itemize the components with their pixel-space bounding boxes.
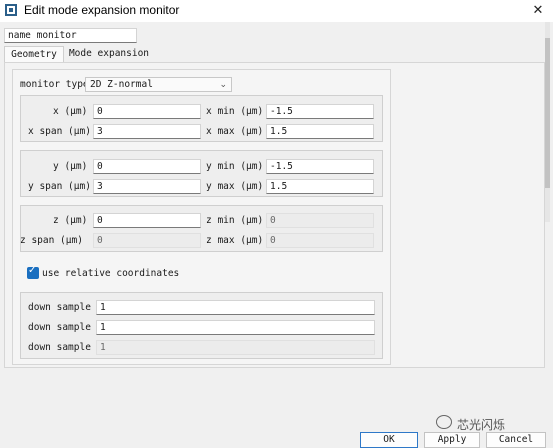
use-relative-coordinates-checkbox[interactable]: ✓ bbox=[27, 265, 39, 279]
x-center-label: x (μm) bbox=[53, 106, 88, 117]
down-sample-x-label: down sample X bbox=[28, 302, 103, 313]
x-max-input[interactable]: 1.5 bbox=[266, 124, 374, 139]
y-center-label: y (μm) bbox=[53, 161, 88, 172]
z-span-input[interactable]: 0 bbox=[93, 233, 201, 248]
scrollbar-thumb[interactable] bbox=[545, 38, 550, 188]
z-min-input[interactable]: 0 bbox=[266, 213, 374, 228]
z-span-label: z span (μm) bbox=[20, 235, 83, 246]
monitor-type-value: 2D Z-normal bbox=[90, 79, 153, 90]
z-center-label: z (μm) bbox=[53, 215, 88, 226]
x-min-input[interactable]: -1.5 bbox=[266, 104, 374, 119]
z-max-input[interactable]: 0 bbox=[266, 233, 374, 248]
window-title: Edit mode expansion monitor bbox=[24, 3, 180, 17]
close-icon[interactable]: ✕ bbox=[528, 1, 548, 21]
z-min-label: z min (μm) bbox=[206, 215, 264, 226]
down-sample-x-input[interactable]: 1 bbox=[96, 300, 375, 315]
x-center-input[interactable]: 0 bbox=[93, 104, 201, 119]
down-sample-y-label: down sample Y bbox=[28, 322, 103, 333]
chevron-down-icon: ⌄ bbox=[219, 80, 227, 90]
y-center-input[interactable]: 0 bbox=[93, 159, 201, 174]
cancel-button[interactable]: Cancel bbox=[486, 432, 546, 448]
down-sample-y-input[interactable]: 1 bbox=[96, 320, 375, 335]
y-span-input[interactable]: 3 bbox=[93, 179, 201, 194]
ok-button[interactable]: OK bbox=[360, 432, 418, 448]
apply-button[interactable]: Apply bbox=[424, 432, 480, 448]
down-sample-z-input[interactable]: 1 bbox=[96, 340, 375, 355]
x-min-label: x min (μm) bbox=[206, 106, 264, 117]
y-max-input[interactable]: 1.5 bbox=[266, 179, 374, 194]
wechat-icon bbox=[436, 415, 452, 429]
name-field[interactable]: name monitor bbox=[4, 28, 137, 43]
use-relative-coordinates-label: use relative coordinates bbox=[42, 268, 180, 279]
y-span-label: y span (μm) bbox=[28, 181, 91, 192]
down-sample-z-label: down sample Z bbox=[28, 342, 103, 353]
app-icon bbox=[5, 4, 17, 16]
watermark-text: 芯光闪烁 bbox=[457, 418, 506, 432]
monitor-type-label: monitor type bbox=[20, 79, 89, 90]
x-span-label: x span (μm) bbox=[28, 126, 91, 137]
tab-geometry[interactable]: Geometry bbox=[4, 46, 64, 62]
y-min-input[interactable]: -1.5 bbox=[266, 159, 374, 174]
z-center-input[interactable]: 0 bbox=[93, 213, 201, 228]
z-max-label: z max (μm) bbox=[206, 235, 264, 246]
x-span-input[interactable]: 3 bbox=[93, 124, 201, 139]
checkmark-icon: ✓ bbox=[28, 265, 37, 276]
tab-mode-expansion[interactable]: Mode expansion bbox=[66, 46, 152, 62]
y-min-label: y min (μm) bbox=[206, 161, 264, 172]
x-max-label: x max (μm) bbox=[206, 126, 264, 137]
monitor-type-select[interactable]: 2D Z-normal ⌄ bbox=[85, 77, 232, 92]
y-max-label: y max (μm) bbox=[206, 181, 264, 192]
